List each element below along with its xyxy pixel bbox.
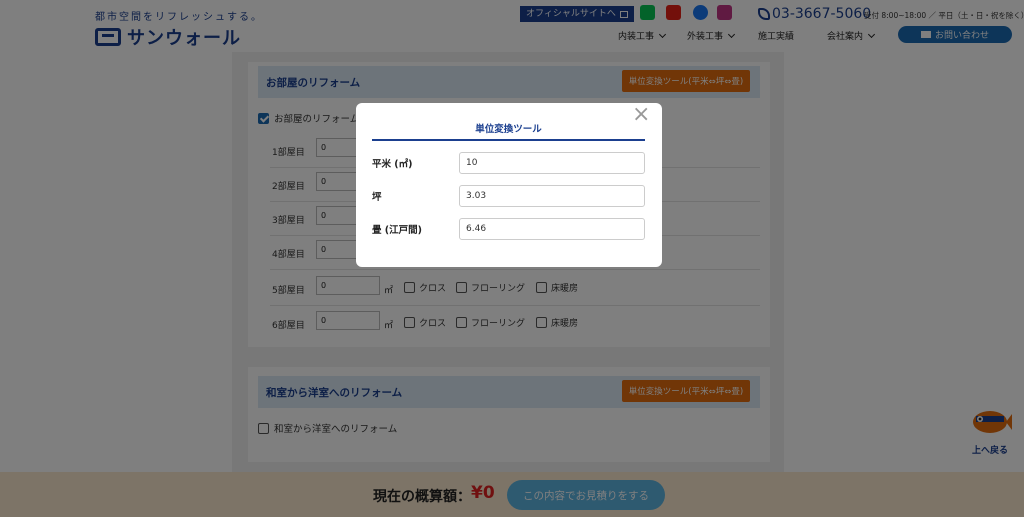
modal-title: 単位変換ツール [475,124,542,135]
jo-label: 畳 (江戸間) [372,225,422,236]
heibei-label: 平米 (㎡) [372,159,413,170]
tsubo-input[interactable]: 3.03 [459,185,645,207]
tsubo-label: 坪 [372,192,382,203]
heibei-input[interactable]: 10 [459,152,645,174]
modal-divider [372,139,645,141]
jo-input[interactable]: 6.46 [459,218,645,240]
